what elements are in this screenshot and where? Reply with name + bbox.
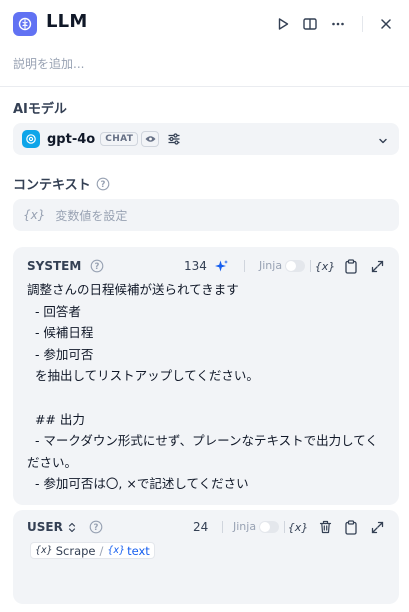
variable-icon: {x}	[23, 208, 46, 222]
token-count: 24	[193, 520, 209, 534]
header-divider	[362, 16, 363, 32]
system-prompt-textarea[interactable]: 調整さんの日程候補が送られてきます - 回答者 - 候補日程 - 参加可否 を抽…	[27, 279, 387, 495]
node-header: LLM	[0, 0, 409, 48]
close-button[interactable]	[376, 14, 396, 34]
variable-reference-chip[interactable]: {x} Scrape / {x} text	[30, 542, 155, 559]
more-icon	[332, 22, 344, 26]
jinja-toggle[interactable]: Jinja	[259, 259, 306, 272]
jinja-switch[interactable]	[285, 259, 306, 272]
copy-button[interactable]	[343, 258, 359, 274]
delete-button[interactable]	[317, 519, 333, 535]
toolbar-divider	[310, 260, 311, 272]
context-section-label: コンテキスト ?	[13, 174, 110, 193]
model-selector[interactable]: gpt-4o CHAT	[13, 123, 399, 155]
insert-variable-button[interactable]: {x}	[288, 519, 309, 535]
svg-text:?: ?	[93, 523, 98, 533]
node-variable-icon: {x}	[35, 545, 53, 556]
jinja-toggle[interactable]: Jinja	[233, 520, 280, 533]
help-icon[interactable]: ?	[96, 177, 110, 191]
run-button[interactable]	[273, 14, 293, 34]
close-icon	[381, 19, 391, 29]
user-role-text: USER	[27, 520, 63, 534]
trash-icon	[319, 520, 331, 534]
sparkle-icon	[214, 259, 228, 271]
eye-icon	[145, 136, 156, 142]
brain-icon	[18, 17, 32, 31]
chevron-down-icon	[377, 132, 389, 151]
user-role-selector[interactable]: USER ?	[27, 520, 103, 534]
chevron-up-down-icon	[68, 522, 75, 532]
copy-button[interactable]	[343, 519, 359, 535]
clipboard-icon	[345, 519, 357, 535]
openai-logo-glyph	[26, 134, 36, 144]
system-role-text: SYSTEM	[27, 259, 82, 273]
help-icon[interactable]: ?	[90, 259, 104, 273]
play-icon	[278, 18, 289, 30]
context-variable-input[interactable]: {x} 変数値を設定	[13, 199, 399, 231]
model-section-label: AIモデル	[13, 98, 67, 117]
variable-separator: /	[99, 543, 104, 558]
more-button[interactable]	[328, 14, 348, 34]
mode-badge: CHAT	[100, 132, 139, 146]
toolbar-divider	[244, 260, 245, 272]
token-count: 134	[184, 259, 207, 273]
openai-icon	[22, 130, 40, 148]
system-prompt-editor: SYSTEM ? 134 Jinja {x} 調整さんの日程候補が送られてきます…	[13, 247, 399, 505]
node-title[interactable]: LLM	[46, 11, 87, 32]
description-input[interactable]: 説明を追加...	[13, 55, 84, 72]
model-label-text: AIモデル	[13, 102, 67, 117]
expand-button[interactable]	[369, 519, 385, 535]
expand-button[interactable]	[369, 258, 385, 274]
sliders-icon	[168, 133, 180, 145]
section-divider	[0, 86, 409, 87]
insert-variable-button[interactable]: {x}	[315, 258, 336, 274]
clipboard-icon	[345, 258, 357, 274]
context-label-text: コンテキスト	[13, 178, 91, 193]
variable-node-name: Scrape	[55, 543, 96, 558]
model-name: gpt-4o	[47, 131, 96, 147]
toolbar-divider	[222, 521, 223, 533]
docs-button[interactable]	[300, 14, 320, 34]
model-params-button[interactable]	[167, 132, 181, 146]
jinja-label: Jinja	[259, 259, 283, 272]
llm-node-icon	[13, 12, 37, 36]
svg-text:?: ?	[95, 262, 100, 272]
context-placeholder: 変数値を設定	[55, 208, 128, 223]
expand-icon	[371, 260, 383, 272]
svg-text:?: ?	[100, 180, 105, 190]
jinja-switch[interactable]	[259, 520, 280, 533]
jinja-label: Jinja	[233, 520, 257, 533]
ai-generate-button[interactable]	[213, 258, 229, 274]
variable-icon: {x}	[107, 545, 126, 556]
user-prompt-editor: USER ? 24 Jinja {x} {x} Scrape / {x} tex…	[13, 510, 399, 604]
vision-badge	[141, 131, 160, 147]
variable-name: text	[127, 543, 150, 558]
book-open-icon	[303, 18, 317, 30]
expand-icon	[371, 521, 383, 533]
system-role-label: SYSTEM ?	[27, 259, 104, 273]
toolbar-divider	[284, 521, 285, 533]
help-icon[interactable]: ?	[89, 520, 103, 534]
